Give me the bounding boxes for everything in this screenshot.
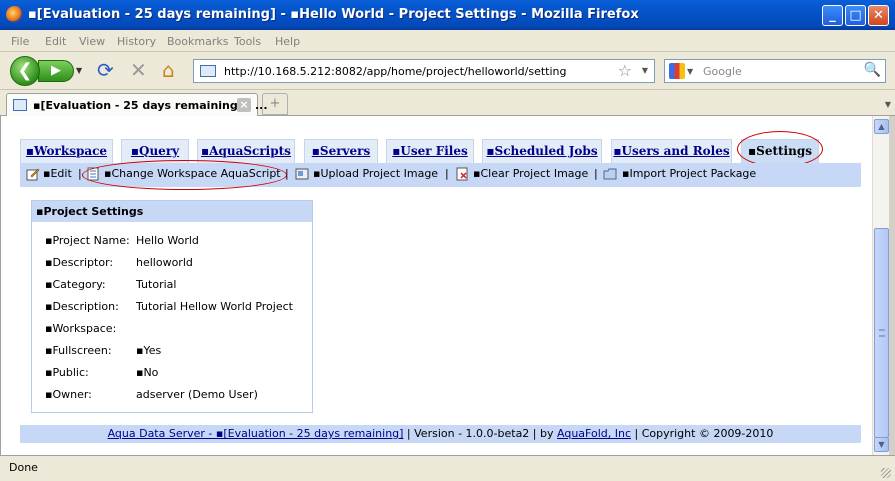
edit-action[interactable]: ▪Edit [43,167,72,180]
clear-image-icon [456,167,468,181]
description-value: Tutorial Hellow World Project [136,300,293,313]
tab-users-and-roles[interactable]: ▪Users and Roles [611,139,732,164]
tab-list-dropdown-icon[interactable]: ▼ [885,100,891,109]
url-bar[interactable]: http://10.168.5.212:8082/app/home/projec… [193,59,655,83]
history-dropdown-icon[interactable]: ▼ [76,66,82,75]
menu-bookmarks[interactable]: Bookmarks [167,35,228,48]
project-settings-panel: ▪Project Settings ▪Project Name: Hello W… [31,200,313,413]
tab-query[interactable]: ▪Query [121,139,189,164]
search-input[interactable]: Google [703,65,742,78]
forward-button[interactable]: ▶ [38,60,74,82]
edit-icon [26,168,40,181]
url-dropdown-icon[interactable]: ▼ [642,66,648,75]
footer-version: | Version - 1.0.0-beta2 | by [403,427,557,440]
new-tab-button[interactable]: + [262,93,288,115]
clear-project-image-action[interactable]: ▪Clear Project Image [473,167,588,180]
scroll-up-icon[interactable]: ▲ [874,119,889,134]
fullscreen-value: ▪Yes [136,344,162,357]
browser-tab-active[interactable]: ▪[Evaluation - 25 days remaining] - ... … [6,93,268,117]
owner-label: ▪Owner: [45,388,92,401]
action-separator: | [285,167,289,180]
tab-user-files[interactable]: ▪User Files [386,139,474,164]
search-engine-dropdown-icon[interactable]: ▼ [687,67,693,76]
tab-servers[interactable]: ▪Servers [304,139,378,164]
minimize-button[interactable]: _ [822,5,843,26]
search-icon[interactable]: 🔍 [864,62,881,78]
browser-tab-bar: ▪[Evaluation - 25 days remaining] - ... … [0,90,895,117]
vertical-scrollbar[interactable]: ▲ ▼ [872,116,889,455]
scroll-down-icon[interactable]: ▼ [874,437,889,452]
category-label: ▪Category: [45,278,106,291]
window-title: ▪[Evaluation - 25 days remaining] - ▪Hel… [28,7,639,22]
navigation-toolbar: ▶ ❮ ▼ ⟳ ✕ ⌂ http://10.168.5.212:8082/app… [0,52,895,90]
upload-project-image-action[interactable]: ▪Upload Project Image [313,167,438,180]
search-bar[interactable]: ▼ Google 🔍 [664,59,886,83]
action-separator: | [78,167,82,180]
descriptor-label: ▪Descriptor: [45,256,114,269]
close-button[interactable]: ✕ [868,5,889,26]
page-footer: Aqua Data Server - ▪[Evaluation - 25 day… [20,425,861,443]
menu-file[interactable]: File [11,35,29,48]
tab-aquascripts[interactable]: ▪AquaScripts [197,139,295,164]
upload-image-icon [295,168,309,180]
public-label: ▪Public: [45,366,89,379]
panel-header: ▪Project Settings [32,201,312,222]
footer-product-link[interactable]: Aqua Data Server - ▪[Evaluation - 25 day… [108,427,404,440]
menu-history[interactable]: History [117,35,156,48]
tab-scheduled-jobs[interactable]: ▪Scheduled Jobs [482,139,602,164]
category-value: Tutorial [136,278,177,291]
status-bar: Done [0,455,895,481]
bookmark-star-icon[interactable]: ☆ [618,61,632,80]
tab-close-icon[interactable]: × [237,98,251,112]
stop-icon[interactable]: ✕ [130,60,147,80]
resize-grip-icon[interactable] [881,468,891,478]
back-forward-group: ▶ ❮ ▼ [10,56,86,86]
fullscreen-label: ▪Fullscreen: [45,344,112,357]
menu-bar: File Edit View History Bookmarks Tools H… [0,30,895,52]
description-label: ▪Description: [45,300,119,313]
maximize-button[interactable]: □ [845,5,866,26]
scroll-thumb[interactable] [874,228,889,438]
action-bar: ▪Edit | ▪Change Workspace AquaScript | ▪… [20,163,861,187]
url-text[interactable]: http://10.168.5.212:8082/app/home/projec… [224,65,566,78]
browser-tab-label: ▪[Evaluation - 25 days remaining] - ... [33,99,268,112]
menu-tools[interactable]: Tools [234,35,261,48]
reload-icon[interactable]: ⟳ [97,60,114,80]
workspace-label: ▪Workspace: [45,322,117,335]
project-name-label: ▪Project Name: [45,234,130,247]
tab-page-icon [13,99,27,111]
page-icon [200,65,216,77]
owner-value: adserver (Demo User) [136,388,258,401]
descriptor-value: helloworld [136,256,193,269]
window-titlebar: ▪[Evaluation - 25 days remaining] - ▪Hel… [0,0,895,30]
home-icon[interactable]: ⌂ [162,60,175,80]
window-border-right [889,116,895,455]
script-icon [87,167,99,181]
change-workspace-aquascript-action[interactable]: ▪Change Workspace AquaScript [104,167,281,180]
scroll-grip-icon [879,329,885,337]
folder-icon [603,168,617,180]
menu-help[interactable]: Help [275,35,300,48]
menu-view[interactable]: View [79,35,105,48]
project-name-value: Hello World [136,234,199,247]
action-separator: | [594,167,598,180]
search-engine-icon[interactable] [669,63,685,79]
firefox-icon [6,6,23,23]
public-value: ▪No [136,366,159,379]
footer-copyright: | Copyright © 2009-2010 [631,427,774,440]
back-button[interactable]: ❮ [10,56,40,86]
menu-edit[interactable]: Edit [45,35,66,48]
tab-settings[interactable]: ▪Settings [741,139,819,164]
action-separator: | [445,167,449,180]
tab-workspace[interactable]: ▪Workspace [20,139,113,164]
import-project-package-action[interactable]: ▪Import Project Package [622,167,756,180]
status-text: Done [9,461,38,474]
footer-company-link[interactable]: AquaFold, Inc [557,427,631,440]
